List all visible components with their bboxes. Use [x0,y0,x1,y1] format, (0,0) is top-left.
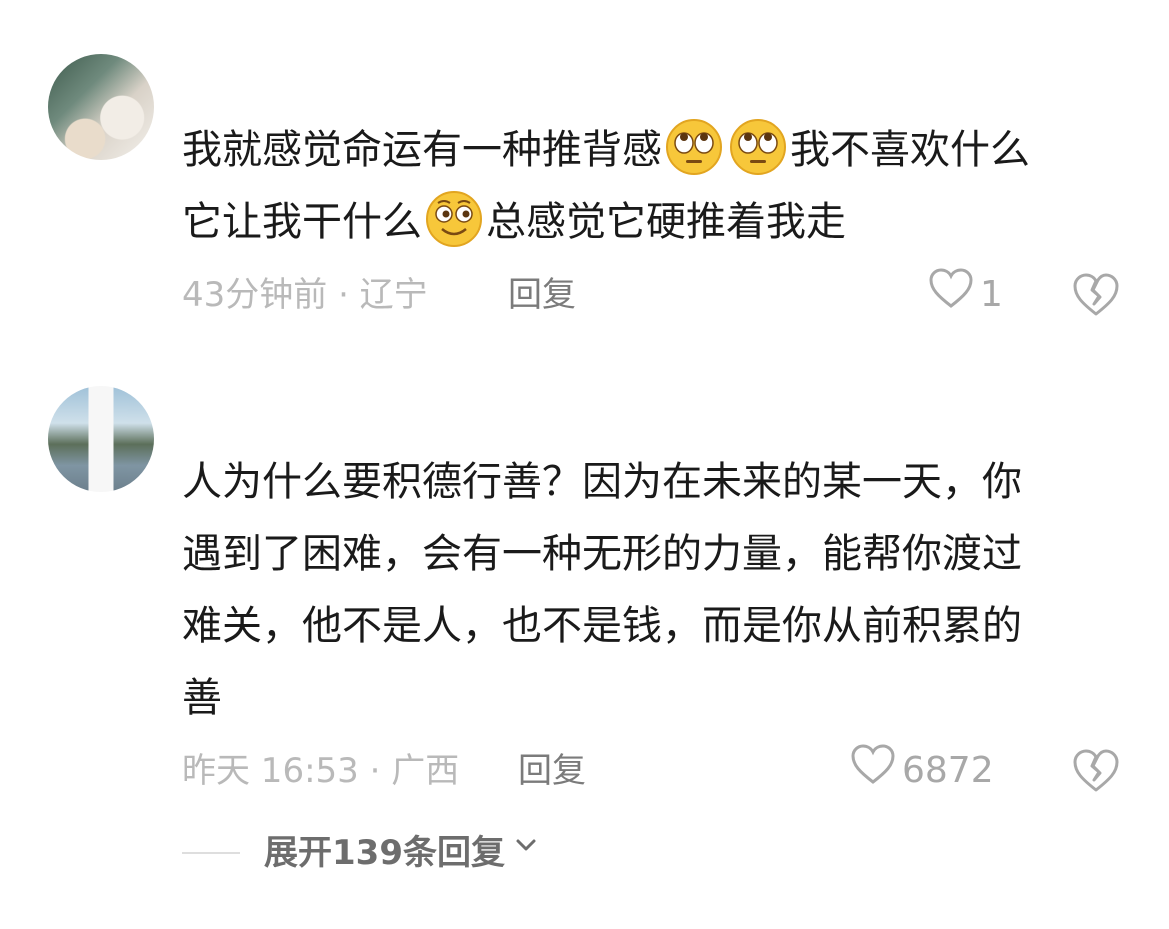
reply-button[interactable]: 回复 [508,270,576,320]
rolling-eyes-emoji [728,117,788,177]
like-button[interactable]: 1 [928,267,1003,323]
avatar[interactable] [48,386,154,492]
like-count: 1 [980,274,1003,315]
comment-text: 我就感觉命运有一种推背感 我不喜欢什么 它让我干什么 总感觉它硬推着我走 [182,114,1112,258]
rolling-eyes-emoji [664,117,724,177]
username-blurred[interactable] [182,400,342,430]
broken-heart-icon[interactable] [1072,748,1120,796]
comment-meta: 昨天 16:53 · 广西 [182,751,460,791]
comment-meta: 43分钟前 · 辽宁 [182,275,428,315]
comment-text-segment: 我就感觉命运有一种推背感 [182,127,662,173]
comment-text-line: 善 [182,675,222,721]
comment-text-segment: 总感觉它硬推着我走 [486,199,846,245]
comment-text-line: 难关，他不是人，也不是钱，而是你从前积累的 [182,603,1022,649]
comment-text: 人为什么要积德行善？因为在未来的某一天，你 遇到了困难，会有一种无形的力量，能帮… [182,446,1112,734]
expand-replies-button[interactable]: 展开139条回复 [182,828,539,878]
expand-replies-label: 展开139条回复 [264,833,505,873]
broken-heart-icon[interactable] [1072,272,1120,320]
comment-text-line: 遇到了困难，会有一种无形的力量，能帮你渡过 [182,531,1022,577]
like-button[interactable]: 6872 [850,743,994,799]
like-count: 6872 [902,750,994,791]
comment-text-segment: 我不喜欢什么 [790,127,1030,173]
comment-text-segment: 它让我干什么 [182,199,422,245]
reply-button[interactable]: 回复 [518,746,586,796]
sly-smile-emoji [424,189,484,249]
divider [182,852,240,854]
chevron-down-icon [513,828,539,878]
heart-outline-icon [850,743,896,799]
comment-text-line: 人为什么要积德行善？因为在未来的某一天，你 [182,459,1022,505]
heart-outline-icon [928,267,974,323]
avatar[interactable] [48,54,154,160]
username-blurred[interactable] [182,68,342,98]
